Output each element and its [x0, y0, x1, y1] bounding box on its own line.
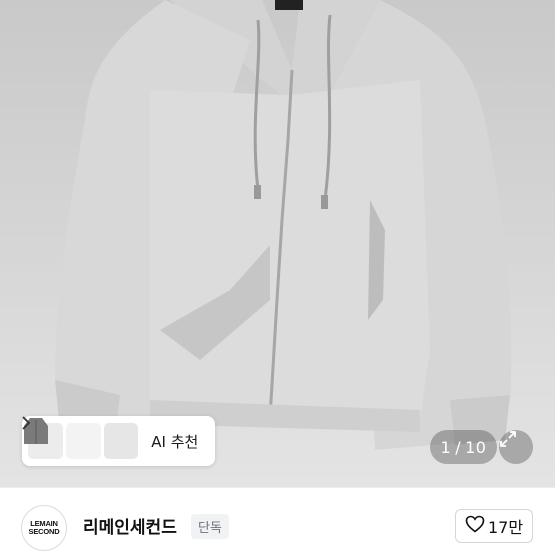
ai-recommend-label: AI 추천: [151, 432, 199, 451]
expand-button[interactable]: [499, 430, 533, 464]
chevron-right-icon: [22, 416, 215, 448]
image-counter: 1 / 10: [430, 430, 497, 464]
image-counter-separator: /: [455, 437, 462, 457]
exclusive-badge: 단독: [191, 514, 229, 539]
product-image-area[interactable]: AI 추천 1 / 10: [0, 0, 555, 487]
seller-name[interactable]: 리메인세컨드: [83, 513, 177, 538]
heart-icon: [465, 515, 485, 537]
hoodie-white-thumbnail[interactable]: [24, 418, 101, 459]
image-counter-current: 1: [440, 437, 452, 457]
hoodie-photo: [55, 0, 512, 450]
like-count: 17만: [487, 518, 524, 537]
image-counter-total: 10: [465, 437, 487, 457]
seller-logo-line2: SECOND: [28, 527, 60, 536]
seller-logo[interactable]: LEMAIN SECOND: [21, 505, 67, 551]
ai-recommend-chip[interactable]: AI 추천: [22, 416, 215, 466]
like-button[interactable]: 17만: [455, 509, 533, 543]
hoodie-charcoal-thumbnail[interactable]: [24, 418, 139, 459]
